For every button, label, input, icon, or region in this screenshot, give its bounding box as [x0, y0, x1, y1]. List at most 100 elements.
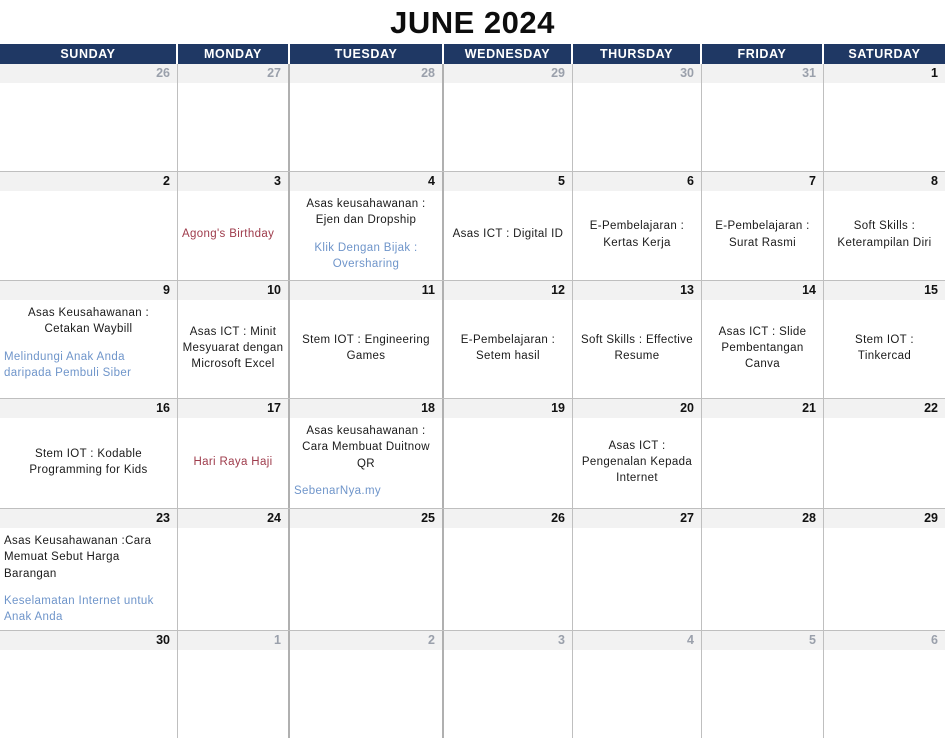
calendar-day-cell[interactable]: 10 Asas ICT : Minit Mesyuarat dengan Micr…	[178, 281, 290, 398]
calendar-day-cell[interactable]: 22	[824, 399, 945, 508]
day-number: 31	[802, 66, 816, 81]
calendar-day-cell[interactable]: 17 Hari Raya Haji	[178, 399, 290, 508]
calendar-day-cell[interactable]: 28	[290, 64, 444, 171]
calendar-event[interactable]: Stem IOT : Tinkercad	[828, 332, 941, 365]
day-number: 2	[163, 174, 170, 189]
day-number-band: 19	[444, 399, 572, 418]
calendar-week-row: 9 Asas Keusahawanan : Cetakan Waybill Meli…	[0, 281, 945, 399]
day-number: 13	[680, 283, 694, 298]
calendar-day-cell[interactable]: 3 Agong's Birthday	[178, 172, 290, 280]
day-number-band: 3	[178, 172, 288, 191]
weekday-header-wednesday: WEDNESDAY	[444, 44, 573, 64]
calendar-day-cell[interactable]: 30	[0, 630, 178, 738]
calendar-day-cell[interactable]: 29	[444, 64, 573, 171]
day-events: Asas keusahawanan : Ejen dan Dropship Kli…	[290, 191, 442, 280]
calendar-day-cell[interactable]: 23 Asas Keusahawanan :Cara Memuat Sebut H…	[0, 509, 178, 630]
calendar-day-cell[interactable]: 26	[444, 509, 573, 630]
calendar-day-cell[interactable]: 8 Soft Skills : Keterampilan Diri	[824, 172, 945, 280]
calendar-day-cell[interactable]: 24	[178, 509, 290, 630]
calendar-event[interactable]: Asas ICT : Digital ID	[448, 226, 568, 242]
calendar-day-cell[interactable]: 20 Asas ICT : Pengenalan Kepada Internet	[573, 399, 702, 508]
day-events	[573, 83, 701, 171]
day-number: 21	[802, 401, 816, 416]
calendar-event[interactable]: SebenarNya.my	[294, 483, 438, 499]
calendar-day-cell[interactable]: 4 Asas keusahawanan : Ejen dan Dropship Kl…	[290, 172, 444, 280]
day-events: Hari Raya Haji	[178, 418, 288, 508]
calendar-event[interactable]: Stem IOT : Engineering Games	[294, 332, 438, 365]
calendar-day-cell[interactable]: 11 Stem IOT : Engineering Games	[290, 281, 444, 398]
calendar-event[interactable]: Soft Skills : Keterampilan Diri	[828, 218, 941, 251]
day-events: Stem IOT : Tinkercad	[824, 300, 945, 398]
day-number: 3	[274, 174, 281, 189]
day-number-band: 16	[0, 399, 177, 418]
calendar-day-cell[interactable]: 30	[573, 64, 702, 171]
calendar-day-cell[interactable]: 1	[824, 64, 945, 171]
calendar-event[interactable]: Klik Dengan Bijak : Oversharing	[294, 240, 438, 273]
calendar-event[interactable]: Stem IOT : Kodable Programming for Kids	[4, 446, 173, 479]
day-number-band: 11	[290, 281, 442, 300]
calendar-event[interactable]: Asas ICT : Minit Mesyuarat dengan Micros…	[182, 324, 284, 373]
calendar-day-cell[interactable]: 9 Asas Keusahawanan : Cetakan Waybill Meli…	[0, 281, 178, 398]
calendar-day-cell[interactable]: 6	[824, 630, 945, 738]
calendar-day-cell[interactable]: 12 E-Pembelajaran : Setem hasil	[444, 281, 573, 398]
day-events	[444, 83, 572, 171]
calendar-week-row: 23 Asas Keusahawanan :Cara Memuat Sebut H…	[0, 509, 945, 631]
calendar-day-cell[interactable]: 1	[178, 630, 290, 738]
calendar-event[interactable]: Melindungi Anak Anda daripada Pembuli Si…	[4, 349, 173, 382]
weekday-header-sunday: SUNDAY	[0, 44, 178, 64]
calendar-event[interactable]: Asas Keusahawanan :Cara Memuat Sebut Har…	[4, 533, 173, 582]
day-number-band: 2	[0, 172, 177, 191]
calendar-day-cell[interactable]: 19	[444, 399, 573, 508]
day-events	[824, 528, 945, 630]
calendar-day-cell[interactable]: 6 E-Pembelajaran : Kertas Kerja	[573, 172, 702, 280]
day-events: Stem IOT : Engineering Games	[290, 300, 442, 398]
calendar-event[interactable]: Asas keusahawanan : Cara Membuat Duitnow…	[294, 423, 438, 472]
calendar-day-cell[interactable]: 15 Stem IOT : Tinkercad	[824, 281, 945, 398]
calendar-day-cell[interactable]: 5	[702, 630, 824, 738]
calendar-day-cell[interactable]: 16 Stem IOT : Kodable Programming for Kid…	[0, 399, 178, 508]
calendar-day-cell[interactable]: 2	[0, 172, 178, 280]
day-number-band: 21	[702, 399, 823, 418]
calendar-day-cell[interactable]: 28	[702, 509, 824, 630]
calendar-event[interactable]: Soft Skills : Effective Resume	[577, 332, 697, 365]
calendar-day-cell[interactable]: 4	[573, 630, 702, 738]
calendar-day-cell[interactable]: 31	[702, 64, 824, 171]
day-number: 27	[267, 66, 281, 81]
calendar-event[interactable]: Asas keusahawanan : Ejen dan Dropship	[294, 196, 438, 229]
day-number: 15	[924, 283, 938, 298]
calendar-day-cell[interactable]: 26	[0, 64, 178, 171]
day-number-band: 14	[702, 281, 823, 300]
calendar-day-cell[interactable]: 29	[824, 509, 945, 630]
calendar: JUNE 2024 SUNDAY MONDAY TUESDAY WEDNESDAY TH…	[0, 0, 945, 738]
day-events	[444, 528, 572, 630]
calendar-event[interactable]: Asas Keusahawanan : Cetakan Waybill	[4, 305, 173, 338]
calendar-event[interactable]: Asas ICT : Pengenalan Kepada Internet	[577, 438, 697, 487]
calendar-day-cell[interactable]: 14 Asas ICT : Slide Pembentangan Canva	[702, 281, 824, 398]
calendar-day-cell[interactable]: 13 Soft Skills : Effective Resume	[573, 281, 702, 398]
calendar-day-cell[interactable]: 27	[178, 64, 290, 171]
calendar-event[interactable]: Hari Raya Haji	[182, 454, 284, 470]
calendar-event[interactable]: E-Pembelajaran : Setem hasil	[448, 332, 568, 365]
calendar-event[interactable]: Agong's Birthday	[182, 226, 284, 242]
day-number: 30	[680, 66, 694, 81]
calendar-day-cell[interactable]: 3	[444, 630, 573, 738]
day-events: E-Pembelajaran : Kertas Kerja	[573, 191, 701, 280]
calendar-day-cell[interactable]: 21	[702, 399, 824, 508]
calendar-event[interactable]: E-Pembelajaran : Surat Rasmi	[706, 218, 819, 251]
day-number-band: 24	[178, 509, 288, 528]
calendar-day-cell[interactable]: 25	[290, 509, 444, 630]
calendar-event[interactable]: E-Pembelajaran : Kertas Kerja	[577, 218, 697, 251]
day-events	[702, 528, 823, 630]
calendar-day-cell[interactable]: 27	[573, 509, 702, 630]
calendar-day-cell[interactable]: 2	[290, 630, 444, 738]
calendar-day-cell[interactable]: 5 Asas ICT : Digital ID	[444, 172, 573, 280]
day-number-band: 18	[290, 399, 442, 418]
calendar-event[interactable]: Asas ICT : Slide Pembentangan Canva	[706, 324, 819, 373]
weekday-header-friday: FRIDAY	[702, 44, 824, 64]
day-events: Soft Skills : Effective Resume	[573, 300, 701, 398]
calendar-event[interactable]: Keselamatan Internet untuk Anak Anda	[4, 593, 173, 626]
day-events	[824, 83, 945, 171]
calendar-day-cell[interactable]: 7 E-Pembelajaran : Surat Rasmi	[702, 172, 824, 280]
calendar-day-cell[interactable]: 18 Asas keusahawanan : Cara Membuat Duitn…	[290, 399, 444, 508]
day-events: Soft Skills : Keterampilan Diri	[824, 191, 945, 280]
